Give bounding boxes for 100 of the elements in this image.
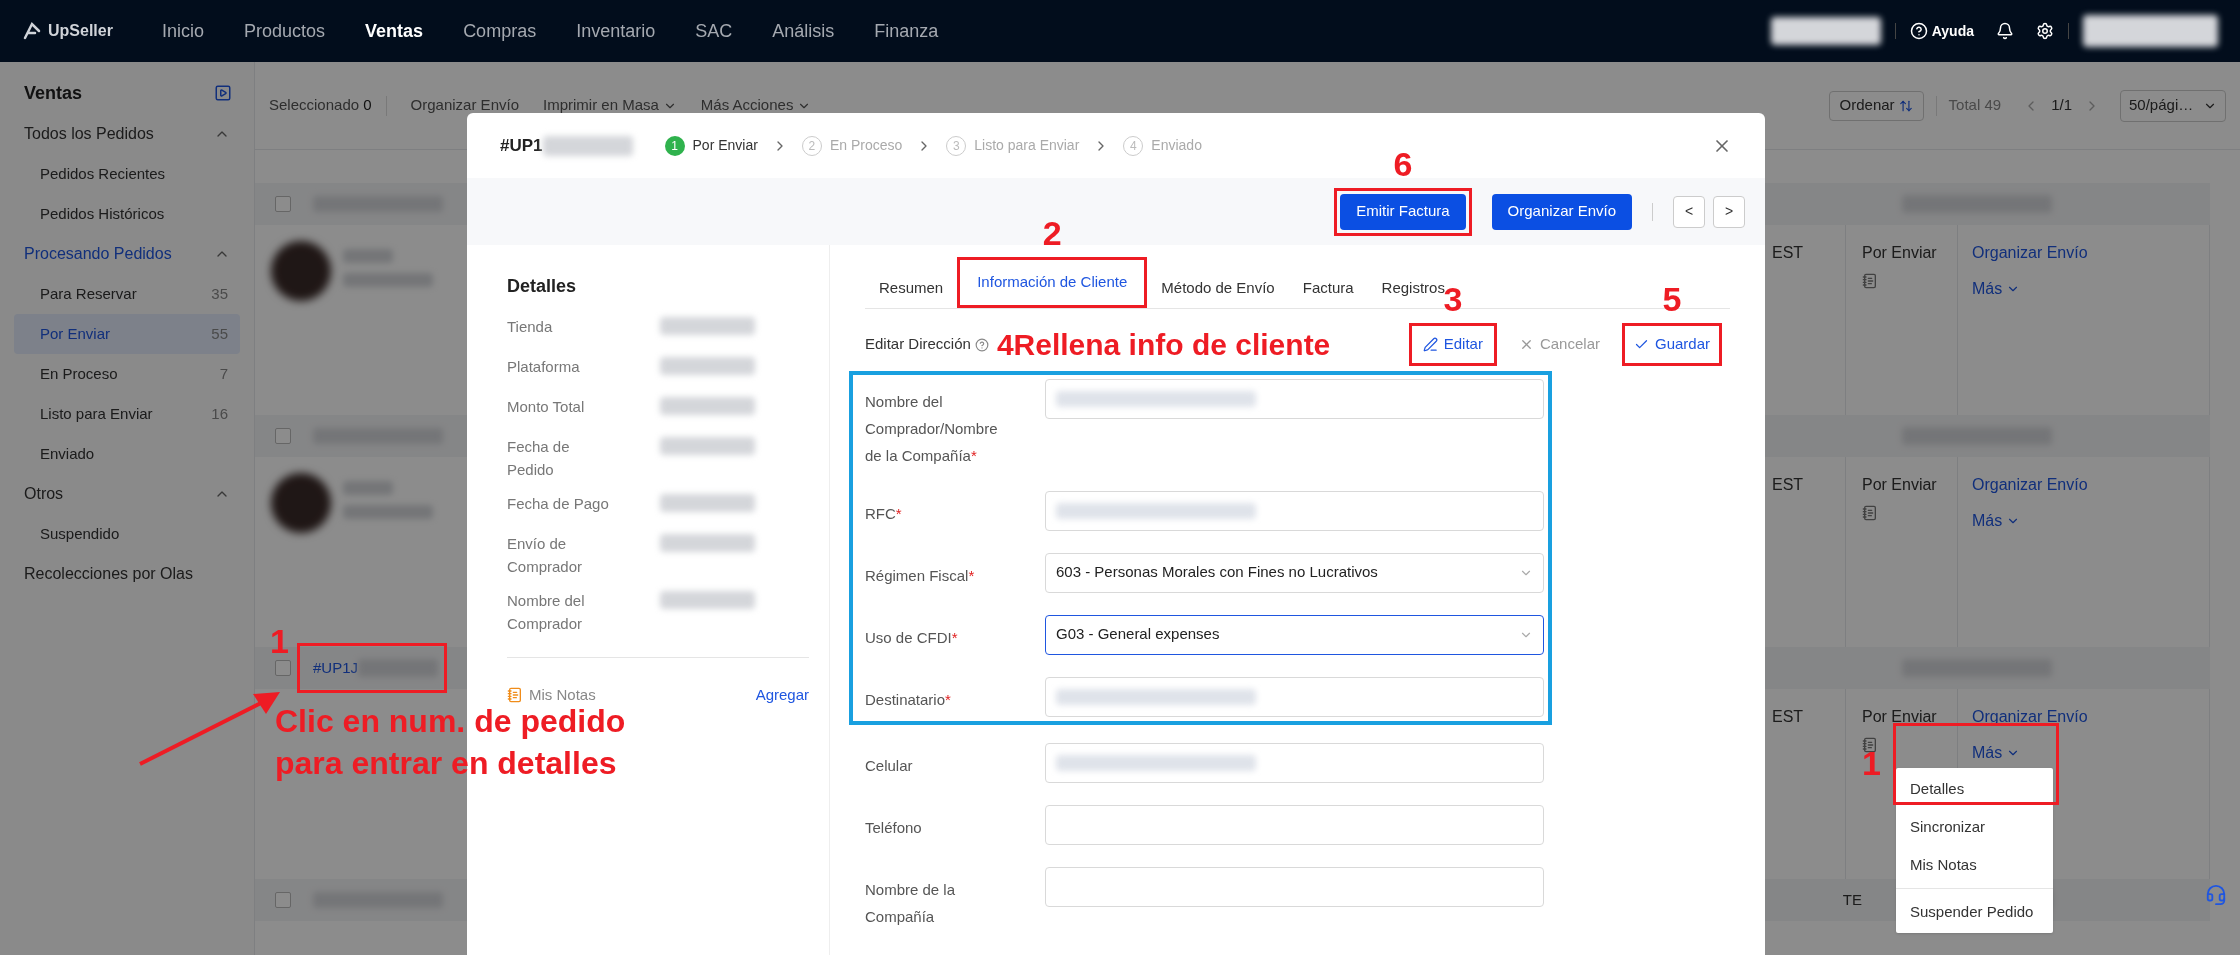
sidebar-item[interactable]: Suspendido bbox=[14, 514, 240, 554]
order-link[interactable]: #UP1J bbox=[313, 656, 359, 680]
bell-icon[interactable] bbox=[1996, 22, 2014, 40]
note-icon[interactable] bbox=[1862, 737, 1878, 753]
sidebar-title: Ventas bbox=[24, 81, 83, 105]
dropdown-button[interactable]: Imprimir en Masa bbox=[543, 94, 677, 117]
sort-button[interactable]: Ordenar bbox=[1828, 90, 1924, 121]
status-text: Por Enviar bbox=[1862, 243, 1938, 263]
detail-label: Fecha de Pago bbox=[507, 494, 610, 514]
field-label: Uso de CFDI* bbox=[865, 627, 959, 648]
field-label: Nombre de la Compañía bbox=[865, 879, 957, 927]
primary-button[interactable]: Emitir Factura bbox=[1340, 193, 1466, 230]
header-text: TE bbox=[1842, 889, 1862, 910]
annotation-text: para entrar en detalles bbox=[275, 744, 618, 783]
checkbox[interactable] bbox=[275, 660, 291, 676]
field-label: Celular bbox=[865, 755, 914, 776]
edit-button[interactable]: Editar bbox=[1414, 329, 1491, 360]
dropdown-button[interactable]: Más Acciones bbox=[700, 94, 812, 117]
tab[interactable]: Método de Envío bbox=[1147, 269, 1289, 308]
tab[interactable]: Resumen bbox=[865, 269, 958, 308]
nav-tab[interactable]: Ventas bbox=[365, 17, 424, 45]
add-link[interactable]: Agregar bbox=[755, 684, 809, 707]
menu-item[interactable]: Sincronizar bbox=[1896, 808, 2053, 846]
input-field[interactable] bbox=[1045, 742, 1544, 783]
headset-icon[interactable] bbox=[2205, 884, 2227, 906]
order-number: #UP1 bbox=[500, 134, 543, 157]
checkbox[interactable] bbox=[275, 196, 291, 212]
pager-button[interactable]: > bbox=[1713, 195, 1745, 228]
more-link[interactable]: Más bbox=[1972, 741, 2021, 765]
note-icon bbox=[507, 687, 523, 704]
note-icon[interactable] bbox=[1862, 273, 1878, 289]
sidebar-item[interactable]: Pedidos Históricos bbox=[14, 194, 240, 234]
nav-tab[interactable]: Inicio bbox=[162, 17, 205, 45]
settings-icon[interactable] bbox=[2036, 22, 2054, 40]
save-button[interactable]: Guardar bbox=[1627, 329, 1716, 360]
table-cell: EST bbox=[1772, 476, 1804, 493]
select-field[interactable]: G03 - General expenses bbox=[1045, 614, 1544, 655]
field-label: Nombre del Comprador/Nombre de la Compañía* bbox=[865, 391, 999, 466]
input-field[interactable] bbox=[1045, 490, 1544, 531]
input-field[interactable] bbox=[1045, 378, 1544, 419]
table-cell: EST bbox=[1772, 244, 1804, 261]
sidebar-group[interactable]: Procesando Pedidos bbox=[14, 234, 240, 274]
sidebar-group[interactable]: Recolecciones por Olas bbox=[14, 554, 240, 594]
section-label: Editar Dirección bbox=[865, 334, 971, 355]
checkbox[interactable] bbox=[275, 892, 291, 908]
nav-tab[interactable]: Productos bbox=[244, 17, 326, 45]
nav-tab[interactable]: Compras bbox=[463, 17, 537, 45]
primary-button[interactable]: Organizar Envío bbox=[1491, 193, 1632, 230]
notes-label: Mis Notas bbox=[529, 685, 596, 705]
sidebar-item[interactable]: Por Enviar 55 bbox=[14, 314, 240, 354]
nav-tab[interactable]: Inventario bbox=[576, 17, 656, 45]
callout-number: 2 bbox=[1042, 216, 1062, 250]
menu-item[interactable]: Mis Notas bbox=[1896, 846, 2053, 884]
sidebar-item[interactable]: Pedidos Recientes bbox=[14, 154, 240, 194]
more-link[interactable]: Más bbox=[1972, 509, 2021, 533]
help-link[interactable]: Ayuda bbox=[1931, 20, 1974, 42]
tab[interactable]: Información de Cliente bbox=[963, 263, 1142, 302]
logo-text: UpSeller bbox=[48, 21, 113, 41]
sidebar-item[interactable]: Enviado bbox=[14, 434, 240, 474]
nav-tab[interactable]: Finanza bbox=[874, 17, 939, 45]
nav-tab[interactable]: Análisis bbox=[772, 17, 835, 45]
sort-icon bbox=[1898, 98, 1913, 113]
annotation-text: Clic en num. de pedido bbox=[275, 702, 626, 741]
arrange-shipping-link[interactable]: Organizar Envío bbox=[1972, 705, 2088, 729]
menu-item[interactable]: Suspender Pedido bbox=[1896, 893, 2053, 931]
step-label: Listo para Enviar bbox=[974, 136, 1080, 155]
detail-label: Tienda bbox=[507, 317, 554, 337]
detail-label: Plataforma bbox=[507, 357, 581, 377]
page-size-select[interactable]: 50/pági… bbox=[2120, 89, 2226, 122]
tab[interactable]: Factura bbox=[1288, 269, 1368, 308]
blurred-avatar bbox=[271, 473, 331, 533]
nav-tab[interactable]: SAC bbox=[695, 17, 733, 45]
input-field[interactable] bbox=[1045, 804, 1544, 845]
sidebar-item[interactable]: Para Reservar 35 bbox=[14, 274, 240, 314]
pager-button[interactable]: < bbox=[1673, 195, 1705, 228]
step-number: 1 bbox=[664, 135, 685, 156]
detail-label: Nombre del Comprador bbox=[507, 591, 586, 634]
logo-icon bbox=[22, 21, 42, 41]
sidebar-group[interactable]: Otros bbox=[14, 474, 240, 514]
blurred-avatar bbox=[271, 241, 331, 301]
play-icon[interactable] bbox=[214, 84, 232, 102]
toolbar-button[interactable]: Organizar Envío bbox=[410, 94, 519, 117]
step-label: En Proceso bbox=[829, 136, 903, 155]
callout-number: 1 bbox=[270, 624, 289, 658]
selection-count: Seleccionado 0 bbox=[269, 95, 373, 116]
sidebar-item[interactable]: Listo para Enviar 16 bbox=[14, 394, 240, 434]
input-field[interactable] bbox=[1045, 676, 1544, 717]
callout-number: 3 bbox=[1443, 282, 1463, 317]
checkbox[interactable] bbox=[275, 428, 291, 444]
note-icon[interactable] bbox=[1862, 505, 1878, 521]
more-link[interactable]: Más bbox=[1972, 277, 2021, 301]
sidebar-item[interactable]: En Proceso 7 bbox=[14, 354, 240, 394]
field-label: Teléfono bbox=[865, 817, 923, 838]
section-title: Detalles bbox=[507, 275, 578, 298]
arrange-shipping-link[interactable]: Organizar Envío bbox=[1972, 241, 2088, 265]
table-cell: EST bbox=[1772, 708, 1804, 725]
select-field[interactable]: 603 - Personas Morales con Fines no Lucrativos bbox=[1045, 552, 1544, 593]
input-field[interactable] bbox=[1045, 866, 1544, 907]
arrange-shipping-link[interactable]: Organizar Envío bbox=[1972, 473, 2088, 497]
sidebar-group[interactable]: Todos los Pedidos bbox=[14, 114, 240, 154]
